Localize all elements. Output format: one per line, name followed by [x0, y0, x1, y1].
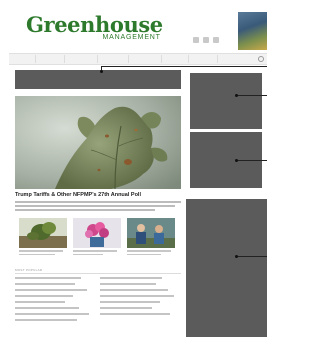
text-line [15, 209, 155, 211]
list-item[interactable] [15, 319, 77, 321]
list-item[interactable] [15, 295, 73, 297]
article-thumbnail-2[interactable] [73, 218, 121, 248]
callout-marker [100, 70, 103, 73]
callout-leader [236, 95, 267, 96]
list-item[interactable] [100, 307, 152, 309]
text-line [15, 205, 175, 207]
main-nav [9, 53, 267, 65]
list-item[interactable] [100, 283, 156, 285]
list-item[interactable] [15, 313, 89, 315]
callout-marker [235, 94, 238, 97]
flower-photo [73, 218, 121, 248]
facebook-icon[interactable] [193, 37, 199, 43]
site-header: Greenhouse MANAGEMENT [0, 0, 267, 50]
thumbnail-caption-2 [73, 250, 121, 257]
nav-item-2[interactable] [36, 55, 65, 63]
magazine-cover-image[interactable] [238, 12, 267, 50]
thumbnail-caption-3 [127, 250, 175, 257]
list-item[interactable] [100, 289, 168, 291]
hero-headline[interactable]: Trump Tariffs & Other NFPMP's 27th Annua… [15, 192, 185, 199]
list-item[interactable] [15, 283, 75, 285]
people-photo [127, 218, 175, 248]
page: Greenhouse MANAGEMENT Trump Tariffs & Ot… [0, 0, 267, 341]
list-item[interactable] [100, 277, 162, 279]
list-item[interactable] [100, 313, 170, 315]
callout-marker [235, 159, 238, 162]
callout-leader [236, 160, 267, 161]
divider [15, 273, 181, 274]
list-item[interactable] [100, 301, 160, 303]
hero-summary [15, 201, 183, 213]
list-item[interactable] [15, 277, 81, 279]
link-list-right [100, 277, 178, 319]
nav-item-7[interactable] [189, 55, 218, 63]
article-thumbnail-1[interactable] [19, 218, 67, 248]
nav-item-1[interactable] [9, 55, 36, 63]
list-item[interactable] [15, 307, 79, 309]
nav-item-5[interactable] [129, 55, 162, 63]
callout-leader [101, 66, 267, 67]
list-item[interactable] [15, 301, 65, 303]
sidebar-ad-placeholder-3 [186, 199, 267, 337]
site-logo[interactable]: Greenhouse MANAGEMENT [26, 12, 163, 42]
hero-image[interactable] [15, 96, 181, 189]
link-list-left [15, 277, 93, 325]
search-icon[interactable] [258, 56, 264, 62]
nav-item-4[interactable] [98, 55, 129, 63]
nav-item-3[interactable] [65, 55, 98, 63]
leaf-photo [15, 96, 181, 189]
list-heading: MOST POPULAR [15, 268, 43, 272]
logo-title: Greenhouse [26, 12, 163, 37]
callout-leader [236, 256, 267, 257]
callout-marker [235, 255, 238, 258]
text-line [15, 201, 181, 203]
thumbnail-caption-1 [19, 250, 67, 257]
article-thumbnail-3[interactable] [127, 218, 175, 248]
list-item[interactable] [15, 289, 87, 291]
social-links [193, 37, 219, 43]
linkedin-icon[interactable] [213, 37, 219, 43]
leaderboard-ad-placeholder [15, 70, 181, 89]
sidebar-ad-placeholder-1 [190, 73, 262, 129]
twitter-icon[interactable] [203, 37, 209, 43]
plant-photo [19, 218, 67, 248]
nav-item-6[interactable] [162, 55, 189, 63]
list-item[interactable] [100, 295, 174, 297]
